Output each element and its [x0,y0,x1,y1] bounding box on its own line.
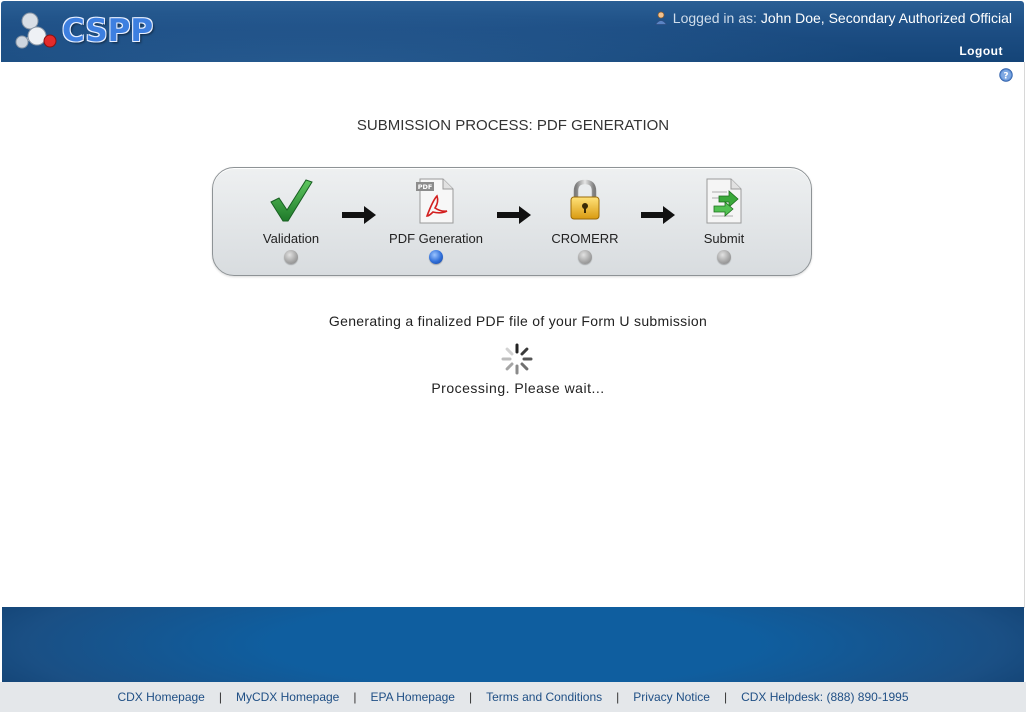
cspp-logo[interactable]: CSPP [15,9,154,55]
step-submit: Submit [664,168,784,275]
step-indicator-dot [717,250,731,264]
loading-spinner-icon [501,343,533,375]
step-indicator-dot [578,250,592,264]
svg-text:?: ? [1003,71,1008,81]
padlock-icon [570,179,600,220]
processing-message: Processing. Please wait... [431,380,605,396]
checkmark-icon [270,179,313,222]
footer-band [2,607,1024,682]
step-label: Submit [703,231,745,246]
footer-separator: | [218,690,222,704]
user-name: John Doe, Secondary Authorized Official [760,10,1012,26]
step-indicator-dot-active [429,250,443,264]
footer-separator: | [723,690,728,704]
step-label: Validation [262,231,320,246]
arrow-right-icon [342,206,376,224]
step-cromerr: CROMERR [525,168,645,275]
user-icon [654,11,667,25]
step-pdf-generation: PDF PDF Generation [376,168,496,275]
submit-document-icon [706,178,742,224]
footer-separator: | [353,690,357,704]
step-label: CROMERR [551,231,619,246]
page-title: SUBMISSION PROCESS: PDF GENERATION [356,117,670,134]
logo-text: CSPP [62,13,154,49]
footer-link-helpdesk[interactable]: CDX Helpdesk: (888) 890-1995 [741,690,908,704]
header-bar: CSPP Logged in as: John Doe, Secondary A… [1,1,1024,62]
scroll-edge [1024,62,1025,608]
logged-in-info: Logged in as: John Doe, Secondary Author… [654,10,1012,26]
submission-process-panel: Validation PDF PDF Generation CROMERR Su… [212,167,812,276]
footer-link-cdx-homepage[interactable]: CDX Homepage [117,690,204,704]
footer-link-epa-homepage[interactable]: EPA Homepage [370,690,455,704]
step-indicator-dot [284,250,298,264]
help-icon[interactable]: ? [999,68,1013,82]
logged-in-label: Logged in as: [672,10,757,26]
footer-separator: | [468,690,473,704]
logout-link[interactable]: Logout [959,44,1003,58]
footer-links: CDX Homepage | MyCDX Homepage | EPA Home… [0,682,1026,712]
status-message: Generating a finalized PDF file of your … [328,313,708,329]
svg-text:PDF: PDF [418,183,433,191]
step-validation: Validation [231,168,351,275]
molecule-logo-icon [15,12,57,49]
footer-separator: | [616,690,620,704]
footer-link-mycdx-homepage[interactable]: MyCDX Homepage [236,690,339,704]
footer-link-terms[interactable]: Terms and Conditions [486,690,602,704]
pdf-file-icon: PDF [416,178,454,224]
footer-link-privacy[interactable]: Privacy Notice [633,690,710,704]
step-label: PDF Generation [389,231,483,246]
